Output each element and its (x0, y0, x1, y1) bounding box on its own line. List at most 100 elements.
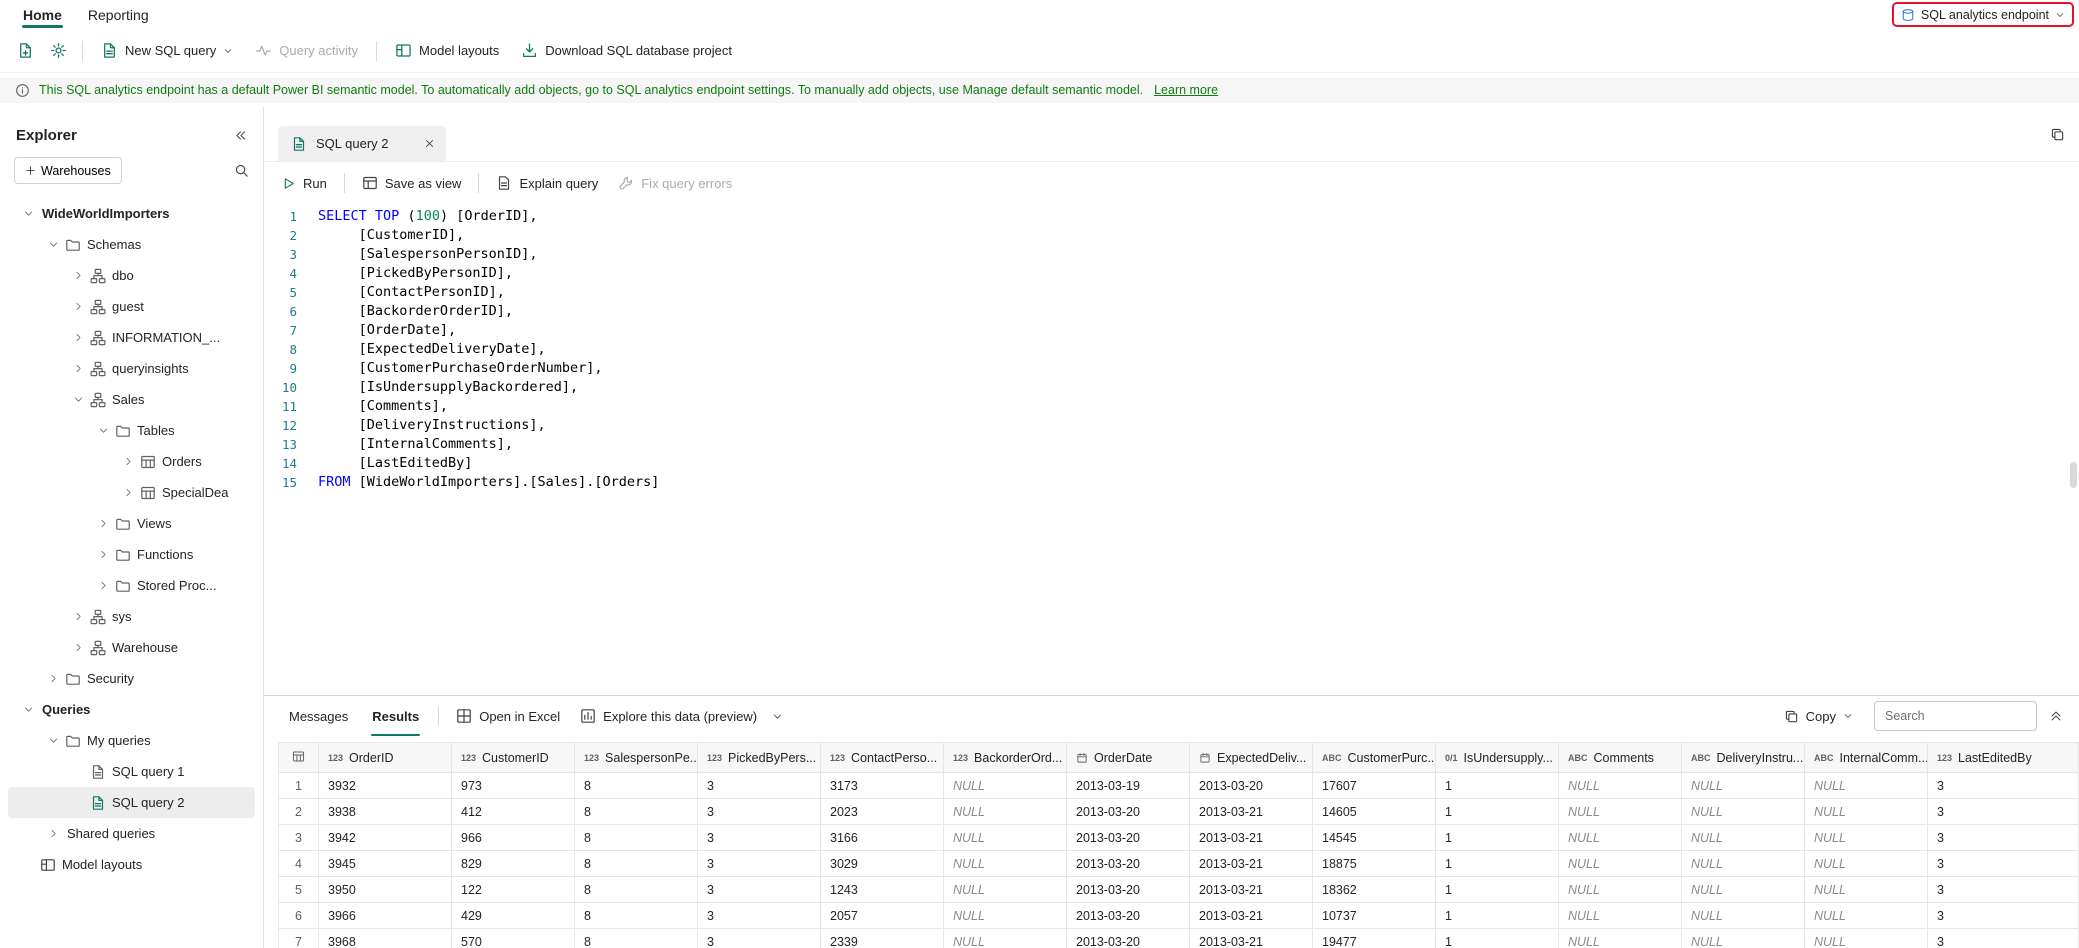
grid-cell[interactable]: 3 (1927, 824, 2079, 851)
grid-cell[interactable]: 3942 (318, 824, 452, 851)
chevron-right-icon[interactable] (70, 332, 87, 343)
tree-item-guest[interactable]: guest (8, 291, 255, 322)
grid-cell[interactable]: 2013-03-20 (1066, 928, 1190, 948)
grid-cell[interactable]: NULL (943, 772, 1067, 799)
grid-cell[interactable]: 2013-03-19 (1066, 772, 1190, 799)
collapse-results-icon[interactable] (2049, 709, 2063, 723)
grid-cell[interactable]: 122 (451, 876, 575, 903)
chevron-right-icon[interactable] (70, 611, 87, 622)
new-item-button[interactable] (10, 35, 41, 67)
grid-cell[interactable]: NULL (1804, 876, 1928, 903)
chevron-right-icon[interactable] (45, 673, 62, 684)
chevron-down-icon[interactable] (95, 425, 112, 436)
learn-more-link[interactable]: Learn more (1154, 83, 1218, 97)
grid-cell[interactable]: 412 (451, 798, 575, 825)
collapse-panel-icon[interactable] (234, 129, 247, 142)
ribbon-tab-reporting[interactable]: Reporting (75, 0, 162, 29)
grid-cell[interactable]: NULL (1558, 772, 1682, 799)
grid-cell[interactable]: NULL (1681, 850, 1805, 877)
grid-cell[interactable]: NULL (1558, 850, 1682, 877)
grid-cell[interactable]: 3938 (318, 798, 452, 825)
grid-cell[interactable]: 2013-03-21 (1189, 928, 1313, 948)
grid-cell[interactable]: NULL (1804, 798, 1928, 825)
tree-item-specialdea[interactable]: SpecialDea (8, 477, 255, 508)
grid-cell[interactable]: NULL (1681, 772, 1805, 799)
column-header-backorderord[interactable]: 123 BackorderOrd... (943, 742, 1067, 773)
column-header-lasteditedby[interactable]: 123 LastEditedBy (1927, 742, 2079, 773)
column-header-customerid[interactable]: 123 CustomerID (451, 742, 575, 773)
grid-cell[interactable]: 3 (697, 772, 821, 799)
chevron-right-icon[interactable] (70, 363, 87, 374)
grid-cell[interactable]: 3 (1927, 798, 2079, 825)
column-header-pickedbypers[interactable]: 123 PickedByPers... (697, 742, 821, 773)
chevron-right-icon[interactable] (95, 549, 112, 560)
grid-cell[interactable]: 3 (1927, 772, 2079, 799)
grid-cell[interactable]: NULL (943, 902, 1067, 929)
tab-sql-query-2[interactable]: SQL query 2 (278, 126, 446, 161)
model-layouts-button[interactable]: Model layouts (385, 35, 509, 67)
grid-cell[interactable]: NULL (943, 876, 1067, 903)
tree-item-queryinsights[interactable]: queryinsights (8, 353, 255, 384)
grid-cell[interactable]: 2013-03-20 (1066, 876, 1190, 903)
endpoint-selector[interactable]: SQL analytics endpoint (1891, 2, 2074, 27)
grid-cell[interactable]: 18362 (1312, 876, 1436, 903)
grid-cell[interactable]: 3 (697, 876, 821, 903)
chevron-right-icon[interactable] (45, 828, 62, 839)
tree-item-sql-query-2[interactable]: SQL query 2 (8, 787, 255, 818)
grid-cell[interactable]: NULL (1558, 798, 1682, 825)
tree-item-my-queries[interactable]: My queries (8, 725, 255, 756)
grid-cell[interactable]: 8 (574, 876, 698, 903)
tree-item-functions[interactable]: Functions (8, 539, 255, 570)
grid-cell[interactable]: NULL (1558, 876, 1682, 903)
grid-cell[interactable]: 3 (1927, 876, 2079, 903)
tab-messages[interactable]: Messages (278, 696, 359, 736)
grid-cell[interactable]: 973 (451, 772, 575, 799)
grid-cell[interactable]: NULL (1804, 772, 1928, 799)
grid-cell[interactable]: NULL (943, 798, 1067, 825)
chevron-down-icon[interactable] (772, 711, 783, 722)
grid-cell[interactable]: 8 (574, 902, 698, 929)
grid-cell[interactable]: 18875 (1312, 850, 1436, 877)
grid-cell[interactable]: NULL (1804, 928, 1928, 948)
grid-cell[interactable]: 2013-03-21 (1189, 798, 1313, 825)
search-icon[interactable] (234, 163, 249, 178)
grid-cell[interactable]: 3 (697, 798, 821, 825)
chevron-down-icon[interactable] (20, 704, 37, 715)
grid-cell[interactable]: NULL (1681, 928, 1805, 948)
sql-editor[interactable]: 1 SELECT TOP (100) [OrderID], 2 [CustomerI… (264, 204, 2079, 695)
grid-cell[interactable]: 3950 (318, 876, 452, 903)
chevron-right-icon[interactable] (120, 487, 137, 498)
grid-cell[interactable]: 8 (574, 798, 698, 825)
warehouses-button[interactable]: Warehouses (14, 157, 122, 184)
grid-cell[interactable]: 8 (574, 850, 698, 877)
chevron-right-icon[interactable] (95, 518, 112, 529)
new-sql-query-button[interactable]: New SQL query (91, 35, 243, 67)
column-header-contactperso[interactable]: 123 ContactPerso... (820, 742, 944, 773)
grid-cell[interactable]: 1 (1435, 928, 1559, 948)
grid-cell[interactable]: 966 (451, 824, 575, 851)
grid-cell[interactable]: 1 (1435, 850, 1559, 877)
tree-item-shared-queries[interactable]: Shared queries (8, 818, 255, 849)
chevron-down-icon[interactable] (70, 394, 87, 405)
chevron-down-icon[interactable] (20, 208, 37, 219)
grid-cell[interactable]: 2013-03-21 (1189, 824, 1313, 851)
search-input[interactable] (1874, 701, 2037, 731)
column-header-orderid[interactable]: 123 OrderID (318, 742, 452, 773)
tree-item-tables[interactable]: Tables (8, 415, 255, 446)
grid-cell[interactable]: NULL (1681, 824, 1805, 851)
grid-cell[interactable]: 3 (697, 824, 821, 851)
grid-cell[interactable]: 429 (451, 902, 575, 929)
grid-cell[interactable]: 3173 (820, 772, 944, 799)
grid-cell[interactable]: NULL (1804, 824, 1928, 851)
grid-cell[interactable]: 1243 (820, 876, 944, 903)
column-header-comments[interactable]: ABC Comments (1558, 742, 1682, 773)
grid-cell[interactable]: NULL (1558, 902, 1682, 929)
grid-cell[interactable]: 8 (574, 824, 698, 851)
settings-button[interactable] (43, 35, 74, 67)
ribbon-tab-home[interactable]: Home (10, 0, 75, 29)
tree-item-dbo[interactable]: dbo (8, 260, 255, 291)
grid-cell[interactable]: 3 (1927, 850, 2079, 877)
grid-cell[interactable]: 3 (697, 850, 821, 877)
open-in-excel-button[interactable]: Open in Excel (447, 701, 569, 731)
grid-cell[interactable]: NULL (943, 850, 1067, 877)
